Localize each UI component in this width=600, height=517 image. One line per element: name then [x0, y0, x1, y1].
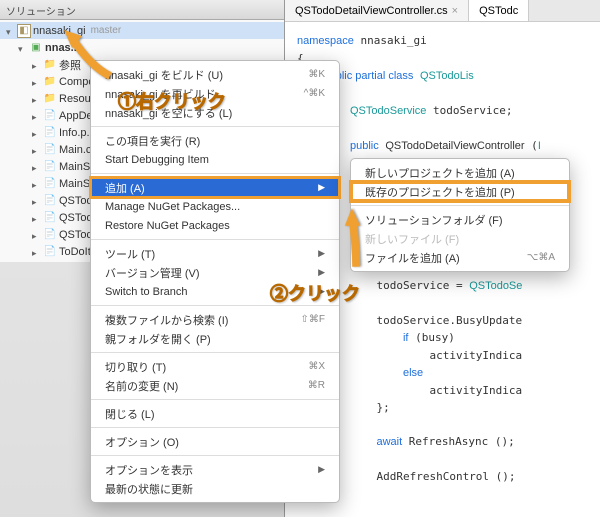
menu-cut[interactable]: 切り取り (T)⌘X [91, 357, 339, 376]
menu-tools[interactable]: ツール (T)▶ [91, 244, 339, 263]
menu-build[interactable]: nnasaki_gi をビルド (U)⌘K [91, 65, 339, 84]
callout-arrow-1 [60, 26, 120, 81]
disclosure-icon[interactable] [32, 162, 41, 171]
menu-options[interactable]: オプション (O) [91, 432, 339, 451]
disclosure-icon[interactable] [32, 247, 41, 256]
project-icon: ▣ [29, 41, 43, 55]
chevron-right-icon: ▶ [318, 464, 325, 475]
folder-icon: 📁 [43, 92, 57, 106]
cs-icon: 📄 [43, 143, 57, 157]
solution-header: ソリューション [0, 0, 284, 20]
callout-text-2: ②クリック [270, 280, 360, 306]
file-icon: 📄 [43, 160, 57, 174]
tab-todoc[interactable]: QSTodc [469, 0, 529, 21]
menu-rename[interactable]: 名前の変更 (N)⌘R [91, 376, 339, 395]
disclosure-icon[interactable] [32, 196, 41, 205]
menu-separator [91, 173, 339, 174]
menu-run[interactable]: この項目を実行 (R) [91, 131, 339, 150]
disclosure-icon[interactable] [32, 128, 41, 137]
tab-label: QSTodoDetailViewController.cs [295, 5, 448, 17]
submenu-add-file[interactable]: ファイルを追加 (A)⌥⌘A [351, 248, 569, 267]
folder-icon: 📁 [43, 58, 57, 72]
menu-open-parent[interactable]: 親フォルダを開く (P) [91, 329, 339, 348]
disclosure-icon[interactable] [32, 94, 41, 103]
menu-separator [351, 205, 569, 206]
editor-tabs: QSTodoDetailViewController.cs × QSTodc [285, 0, 600, 22]
callout-text-1: ①右クリック [118, 88, 226, 114]
menu-add[interactable]: 追加 (A)▶ [91, 178, 339, 197]
menu-refresh[interactable]: 最新の状態に更新 [91, 479, 339, 498]
submenu-new-project[interactable]: 新しいプロジェクトを追加 (A) [351, 163, 569, 182]
submenu-existing-project[interactable]: 既存のプロジェクトを追加 (P) [351, 182, 569, 201]
menu-separator [91, 455, 339, 456]
menu-separator [91, 399, 339, 400]
menu-separator [91, 427, 339, 428]
menu-debug[interactable]: Start Debugging Item [91, 150, 339, 169]
menu-find-files[interactable]: 複数ファイルから検索 (I)⇧⌘F [91, 310, 339, 329]
disclosure-icon[interactable] [32, 230, 41, 239]
tab-detail[interactable]: QSTodoDetailViewController.cs × [285, 0, 469, 21]
chevron-right-icon: ▶ [318, 267, 325, 278]
menu-separator [91, 239, 339, 240]
add-submenu: 新しいプロジェクトを追加 (A) 既存のプロジェクトを追加 (P) ソリューショ… [350, 158, 570, 272]
close-icon[interactable]: × [452, 5, 458, 17]
menu-manage-nuget[interactable]: Manage NuGet Packages... [91, 197, 339, 216]
menu-separator [91, 352, 339, 353]
project-node[interactable]: ▣ nnas... [0, 39, 284, 56]
disclosure-icon[interactable] [32, 77, 41, 86]
solution-icon: ◧ [17, 24, 31, 38]
cs-icon: 📄 [43, 228, 57, 242]
menu-show-options[interactable]: オプションを表示▶ [91, 460, 339, 479]
file-icon: 📄 [43, 126, 57, 140]
cs-icon: 📄 [43, 194, 57, 208]
disclosure-icon[interactable] [32, 111, 41, 120]
menu-restore-nuget[interactable]: Restore NuGet Packages [91, 216, 339, 235]
file-icon: 📄 [43, 177, 57, 191]
folder-icon: 📁 [43, 75, 57, 89]
cs-icon: 📄 [43, 245, 57, 259]
disclosure-icon[interactable] [6, 26, 15, 35]
menu-separator [91, 126, 339, 127]
disclosure-icon[interactable] [32, 60, 41, 69]
tab-label: QSTodc [479, 5, 518, 17]
chevron-right-icon: ▶ [318, 182, 325, 193]
cs-icon: 📄 [43, 211, 57, 225]
solution-root[interactable]: ◧ nnasaki_gi master [0, 22, 284, 39]
disclosure-icon[interactable] [18, 43, 27, 52]
menu-close[interactable]: 閉じる (L) [91, 404, 339, 423]
disclosure-icon[interactable] [32, 213, 41, 222]
disclosure-icon[interactable] [32, 145, 41, 154]
disclosure-icon[interactable] [32, 179, 41, 188]
cs-icon: 📄 [43, 109, 57, 123]
